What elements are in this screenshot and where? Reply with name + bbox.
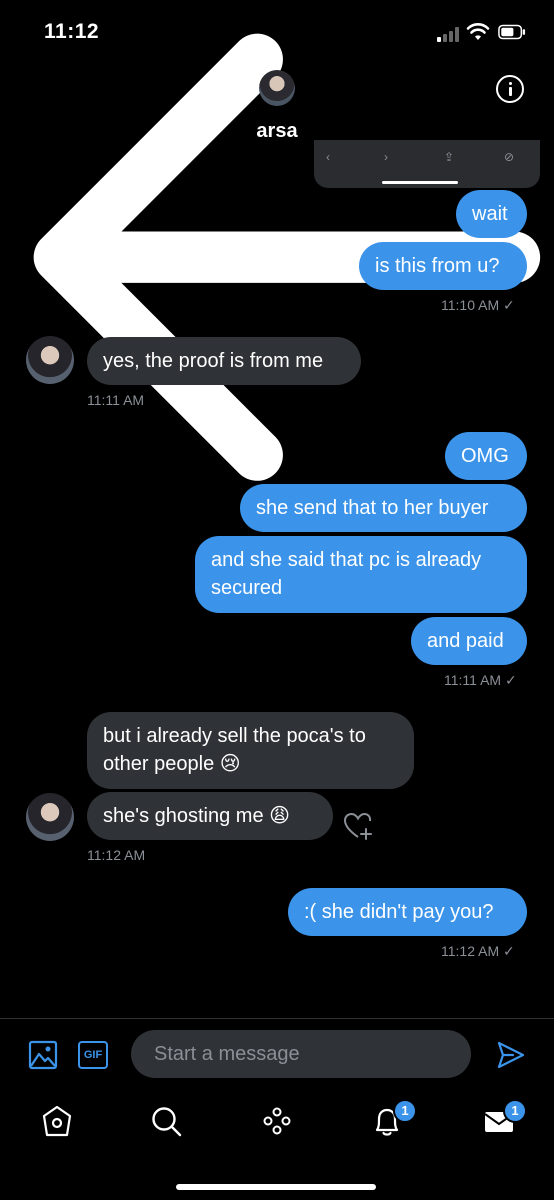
send-icon[interactable] <box>496 1040 526 1070</box>
media-preview[interactable]: ‹ › ⇪ ⊘ <box>314 140 540 188</box>
message-outgoing[interactable]: wait <box>456 190 527 238</box>
notifications-badge: 1 <box>393 1099 417 1123</box>
message-outgoing[interactable]: is this from u? <box>359 242 527 290</box>
timestamp: 11:12 AM ✓ <box>441 943 515 959</box>
timestamp: 11:11 AM ✓ <box>444 672 517 688</box>
message-outgoing[interactable]: she send that to her buyer <box>240 484 527 532</box>
chevron-right-icon: › <box>384 150 388 164</box>
gif-icon[interactable]: GIF <box>78 1041 108 1069</box>
home-icon[interactable] <box>40 1104 74 1138</box>
spaces-icon[interactable] <box>260 1104 294 1138</box>
search-icon[interactable] <box>149 1104 183 1138</box>
contact-avatar[interactable] <box>259 70 295 106</box>
compass-icon: ⊘ <box>504 150 515 164</box>
message-outgoing[interactable]: and she said that pc is already secured <box>195 536 527 613</box>
contact-avatar-small[interactable] <box>26 336 74 384</box>
timestamp: 11:10 AM ✓ <box>441 297 515 313</box>
info-icon[interactable] <box>496 75 524 103</box>
home-indicator <box>176 1184 376 1190</box>
image-icon[interactable] <box>28 1040 58 1070</box>
message-incoming[interactable]: but i already sell the poca's to other p… <box>87 712 414 789</box>
message-input-placeholder: Start a message <box>154 1043 300 1065</box>
message-incoming[interactable]: she's ghosting me 😩 <box>87 792 333 840</box>
contact-avatar-small[interactable] <box>26 793 74 841</box>
chevron-left-icon: ‹ <box>326 150 330 164</box>
messages-badge: 1 <box>503 1099 527 1123</box>
message-incoming[interactable]: yes, the proof is from me <box>87 337 361 385</box>
message-input[interactable]: Start a message <box>131 1030 471 1078</box>
timestamp: 11:12 AM <box>87 847 146 863</box>
share-icon: ⇪ <box>444 150 455 164</box>
message-outgoing[interactable]: OMG <box>445 432 527 480</box>
heart-plus-icon[interactable] <box>344 812 374 840</box>
message-outgoing[interactable]: :( she didn't pay you? <box>288 888 527 936</box>
composer-divider <box>0 1018 554 1019</box>
preview-indicator <box>382 181 458 184</box>
timestamp: 11:11 AM <box>87 392 145 408</box>
message-outgoing[interactable]: and paid <box>411 617 527 665</box>
